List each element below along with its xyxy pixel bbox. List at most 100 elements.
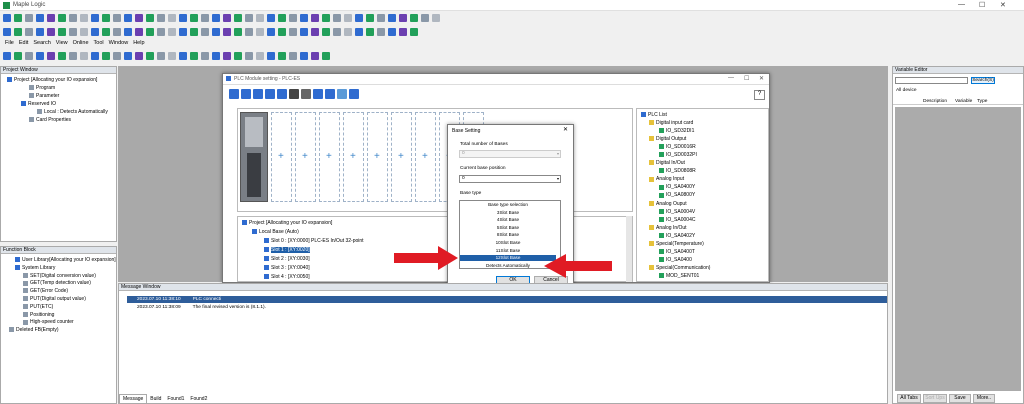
tree-item[interactable]: Special(Temperature)	[649, 241, 704, 247]
toolbar-icon[interactable]	[201, 52, 209, 60]
plc-toolbar-icon[interactable]	[337, 89, 347, 99]
menu-view[interactable]: View	[56, 39, 68, 48]
tree-item[interactable]: Digital In/Out	[649, 160, 685, 166]
tree-item[interactable]: IO_SD32DI1	[659, 128, 694, 134]
toolbar-icon[interactable]	[300, 28, 308, 36]
column-variable[interactable]: Variable	[955, 98, 972, 105]
toolbar-icon[interactable]	[47, 14, 55, 22]
toolbar-icon[interactable]	[399, 14, 407, 22]
tree-item[interactable]: Reserved IO	[21, 101, 56, 107]
tree-item[interactable]: IO_SD0032PI	[659, 152, 697, 158]
tree-item[interactable]: IO_SD0808R	[659, 168, 696, 174]
toolbar-icon[interactable]	[25, 14, 33, 22]
close-button[interactable]: ✕	[1000, 1, 1006, 9]
toolbar-icon[interactable]	[69, 52, 77, 60]
tree-item[interactable]: High-speed counter	[23, 319, 74, 325]
tree-item[interactable]: Special(Communication)	[649, 265, 710, 271]
toolbar-icon[interactable]	[234, 28, 242, 36]
toolbar-icon[interactable]	[113, 14, 121, 22]
toolbar-icon[interactable]	[234, 52, 242, 60]
close-button[interactable]: ✕	[759, 75, 764, 82]
base-type-option[interactable]: 3Slot Base	[460, 210, 556, 216]
toolbar-icon[interactable]	[113, 28, 121, 36]
menu-online[interactable]: Online	[73, 39, 89, 48]
toolbar-icon[interactable]	[234, 14, 242, 22]
toolbar-icon[interactable]	[36, 28, 44, 36]
toolbar-icon[interactable]	[256, 14, 264, 22]
toolbar-icon[interactable]	[399, 28, 407, 36]
base-type-option[interactable]: 11Slot Base	[460, 248, 556, 254]
plc-toolbar-icon[interactable]	[241, 89, 251, 99]
toolbar-icon[interactable]	[410, 14, 418, 22]
empty-slot[interactable]: +	[319, 112, 340, 202]
variable-search-input[interactable]	[895, 77, 968, 84]
toolbar-icon[interactable]	[168, 14, 176, 22]
menu-help[interactable]: Help	[133, 39, 144, 48]
tree-item[interactable]: IO_SA0004V	[659, 209, 695, 215]
toolbar-icon[interactable]	[146, 28, 154, 36]
toolbar-icon[interactable]	[3, 14, 11, 22]
tree-item[interactable]: Slot 2 : [XY:0030]	[264, 256, 310, 262]
toolbar-icon[interactable]	[344, 14, 352, 22]
tree-item[interactable]: IO_SA0400Y	[659, 184, 695, 190]
menu-window[interactable]: Window	[109, 39, 129, 48]
maximize-button[interactable]: ☐	[744, 75, 749, 82]
toolbar-icon[interactable]	[146, 52, 154, 60]
minimize-button[interactable]: —	[958, 1, 965, 8]
menu-search[interactable]: Search	[33, 39, 50, 48]
toolbar-icon[interactable]	[256, 52, 264, 60]
toolbar-icon[interactable]	[212, 52, 220, 60]
toolbar-icon[interactable]	[333, 14, 341, 22]
column-type[interactable]: Type	[977, 98, 987, 105]
tree-item[interactable]: PUT(Digital output value)	[23, 296, 86, 302]
toolbar-icon[interactable]	[146, 14, 154, 22]
toolbar-icon[interactable]	[3, 28, 11, 36]
toolbar-icon[interactable]	[311, 14, 319, 22]
toolbar-icon[interactable]	[69, 14, 77, 22]
toolbar-icon[interactable]	[333, 28, 341, 36]
search-button[interactable]: Search(S)	[971, 77, 995, 84]
tree-item[interactable]: Deleted FB(Empty)	[9, 327, 59, 333]
tree-item[interactable]: Slot 4 : [XY:0050]	[264, 274, 310, 280]
toolbar-icon[interactable]	[245, 52, 253, 60]
toolbar-icon[interactable]	[124, 28, 132, 36]
tree-item[interactable]: User Library[Allocating your IO expansio…	[15, 257, 116, 263]
toolbar-icon[interactable]	[69, 28, 77, 36]
tab-build[interactable]: Build	[147, 395, 164, 403]
toolbar-icon[interactable]	[80, 52, 88, 60]
base-type-option[interactable]: 4Slot Base	[460, 217, 556, 223]
plc-toolbar-icon[interactable]	[265, 89, 275, 99]
empty-slot[interactable]: +	[343, 112, 364, 202]
tree-item[interactable]: Slot 1 : [XY:0020]	[264, 247, 310, 253]
column-description[interactable]: Description	[923, 98, 947, 105]
toolbar-icon[interactable]	[322, 52, 330, 60]
toolbar-icon[interactable]	[58, 52, 66, 60]
toolbar-icon[interactable]	[366, 28, 374, 36]
base-type-option[interactable]: 5Slot Base	[460, 225, 556, 231]
toolbar-icon[interactable]	[223, 14, 231, 22]
toolbar-icon[interactable]	[47, 52, 55, 60]
tab-message[interactable]: Message	[119, 394, 148, 404]
toolbar-icon[interactable]	[212, 28, 220, 36]
toolbar-icon[interactable]	[113, 52, 121, 60]
toolbar-icon[interactable]	[190, 52, 198, 60]
toolbar-icon[interactable]	[201, 28, 209, 36]
toolbar-icon[interactable]	[355, 14, 363, 22]
all-tabs-button[interactable]: All Tabs	[897, 394, 921, 403]
toolbar-icon[interactable]	[278, 52, 286, 60]
toolbar-icon[interactable]	[190, 28, 198, 36]
current-base-field[interactable]: 0 ▾	[459, 175, 561, 183]
tree-item[interactable]: GET(Temp detection value)	[23, 280, 91, 286]
plc-toolbar-icon[interactable]	[349, 89, 359, 99]
toolbar-icon[interactable]	[179, 52, 187, 60]
toolbar-icon[interactable]	[245, 14, 253, 22]
toolbar-icon[interactable]	[289, 28, 297, 36]
tree-item[interactable]: SET(Digital conversion value)	[23, 273, 96, 279]
toolbar-icon[interactable]	[124, 14, 132, 22]
toolbar-icon[interactable]	[377, 28, 385, 36]
toolbar-icon[interactable]	[102, 14, 110, 22]
tree-item[interactable]: IO_SD0016R	[659, 144, 696, 150]
toolbar-icon[interactable]	[223, 28, 231, 36]
toolbar-icon[interactable]	[91, 28, 99, 36]
toolbar-icon[interactable]	[410, 28, 418, 36]
